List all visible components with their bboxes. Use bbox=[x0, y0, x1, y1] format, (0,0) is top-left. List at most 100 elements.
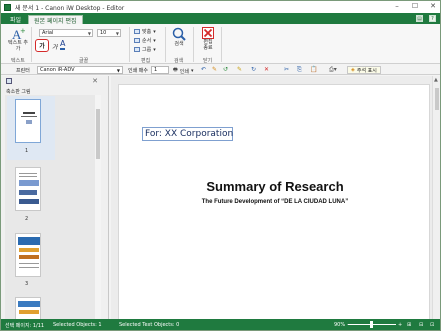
group-label-text: 텍스트 bbox=[11, 58, 25, 64]
document-view: For: XX Corporation Summary of Research … bbox=[111, 76, 440, 319]
find-label: 검색 bbox=[174, 41, 184, 47]
align-label: 맞춤 bbox=[142, 29, 152, 35]
status-selected-objects: Selected Objects: 1 bbox=[53, 322, 102, 328]
bold-label: 가 bbox=[39, 43, 45, 50]
status-bar: 선택 페이지: 1/11 Selected Objects: 1 Selecte… bbox=[1, 319, 440, 330]
print-button[interactable]: 🖶 인쇄 ▾ bbox=[173, 67, 193, 75]
app-icon bbox=[4, 3, 11, 11]
add-text-label: 텍스트 추가 bbox=[8, 40, 28, 52]
fit-width-icon[interactable]: ⊟ bbox=[419, 322, 423, 328]
print-icon: 🖶 bbox=[173, 67, 178, 73]
printer-label: 프린터 bbox=[16, 68, 30, 74]
svg-text:+: + bbox=[20, 27, 25, 35]
close-icon[interactable]: ✕ bbox=[428, 2, 438, 10]
paste-icon[interactable]: 📋 bbox=[310, 67, 317, 73]
help-menu-icon[interactable]: ▤ bbox=[416, 15, 423, 22]
cut-icon[interactable]: ✂ bbox=[284, 67, 289, 73]
order-label: 순서 bbox=[142, 38, 152, 44]
thumbnail-scrollbar[interactable] bbox=[95, 95, 101, 319]
editor-window: 새 문서 1 - Canon iW Desktop - Editor – ☐ ✕… bbox=[0, 0, 441, 331]
group-button[interactable]: 그룹 ▾ bbox=[134, 46, 156, 53]
search-icon bbox=[172, 27, 186, 41]
rotate-left-icon[interactable]: ↺ bbox=[223, 67, 228, 73]
order-icon bbox=[134, 38, 140, 43]
thumbnail-panel-title: 축소판 그림 bbox=[6, 89, 31, 95]
delete-icon[interactable]: ✕ bbox=[264, 67, 269, 73]
font-name-value: Arial bbox=[42, 30, 54, 36]
print-settings-icon[interactable]: ⎙▾ bbox=[329, 67, 337, 73]
font-name-combo[interactable]: Arial ▼ bbox=[39, 29, 93, 37]
align-button[interactable]: 맞춤 ▾ bbox=[134, 28, 156, 35]
ribbon: A + 텍스트 추가 텍스트 Arial ▼ 10 ▼ 가 가 A 글꼴 맞춤 ▾ bbox=[1, 24, 440, 64]
font-color-button[interactable]: A bbox=[60, 39, 66, 50]
undo-icon[interactable]: ↶ bbox=[201, 67, 206, 73]
single-page-icon[interactable]: ⊡ bbox=[430, 322, 434, 328]
copies-input[interactable]: 1 bbox=[151, 66, 169, 74]
annotation-toggle[interactable]: ◈ 주석 표시 bbox=[347, 66, 381, 74]
add-text-icon: A + bbox=[12, 27, 25, 40]
window-controls: – ☐ ✕ bbox=[392, 2, 438, 10]
align-icon bbox=[134, 29, 140, 34]
minimize-icon[interactable]: – bbox=[392, 2, 402, 10]
group-label-font: 글꼴 bbox=[79, 58, 89, 64]
fit-page-icon[interactable]: ⊞ bbox=[407, 322, 411, 328]
redo-icon[interactable]: ↻ bbox=[251, 67, 256, 73]
thumbnail-number: 1 bbox=[25, 148, 29, 154]
print-label: 인쇄 bbox=[179, 68, 189, 75]
thumbnail-list: 1 2 3 bbox=[5, 95, 95, 319]
document-page: For: XX Corporation Summary of Research … bbox=[118, 84, 430, 319]
annotation-icon: ◈ bbox=[351, 67, 355, 73]
order-button[interactable]: 순서 ▾ bbox=[134, 37, 156, 44]
exit-edit-button[interactable]: 편집 종료 bbox=[198, 27, 218, 51]
annotation-label: 주석 표시 bbox=[356, 67, 377, 74]
title-bar: 새 문서 1 - Canon iW Desktop - Editor – ☐ ✕ bbox=[1, 1, 440, 13]
tab-page-edit[interactable]: 원본 페이지 편집 bbox=[28, 15, 83, 25]
italic-button[interactable]: 가 bbox=[52, 42, 58, 51]
window-title: 새 문서 1 - Canon iW Desktop - Editor bbox=[15, 4, 125, 12]
color-edit-icon[interactable]: ✎ bbox=[212, 67, 217, 73]
add-text-button[interactable]: A + 텍스트 추가 bbox=[6, 27, 30, 52]
thumbnail-page-3[interactable] bbox=[15, 233, 41, 277]
group-label: 그룹 bbox=[142, 47, 152, 53]
zoom-out-icon[interactable]: – bbox=[347, 322, 350, 328]
help-icon[interactable]: ? bbox=[429, 15, 436, 22]
zoom-value: 90% bbox=[334, 322, 346, 328]
status-selected-text-objects: Selected Text Objects: 0 bbox=[119, 322, 180, 328]
document-subtitle: The Future Development of “DE LA CIUDAD … bbox=[201, 199, 349, 205]
scroll-up-icon[interactable]: ▲ bbox=[434, 77, 438, 83]
pen-icon[interactable]: ✎ bbox=[237, 67, 242, 73]
bold-button[interactable]: 가 bbox=[35, 39, 49, 52]
copies-value: 1 bbox=[154, 67, 158, 73]
thumbnail-page-4[interactable] bbox=[15, 297, 41, 319]
thumbnail-number: 2 bbox=[25, 216, 29, 222]
find-button[interactable]: 검색 bbox=[169, 27, 189, 47]
printer-toolbar: 프린터 Canon iR-ADV ▼ 인쇄 매수 1 🖶 인쇄 ▾ ↶ ✎ ↺ ✎ … bbox=[1, 65, 440, 75]
zoom-in-icon[interactable]: + bbox=[398, 322, 402, 328]
font-color-label: A bbox=[60, 39, 66, 48]
group-label-edit: 편집 bbox=[141, 58, 151, 64]
document-title: Summary of Research bbox=[206, 179, 344, 194]
close-panel-icon[interactable]: ✕ bbox=[92, 77, 98, 85]
thumbnail-page-2[interactable] bbox=[15, 167, 41, 211]
maximize-icon[interactable]: ☐ bbox=[410, 2, 420, 10]
thumbnail-page-1[interactable] bbox=[15, 99, 41, 143]
thumbnail-number: 3 bbox=[25, 281, 29, 287]
annotation-textbox[interactable]: For: XX Corporation bbox=[142, 127, 233, 141]
zoom-slider-knob[interactable] bbox=[370, 321, 373, 328]
group-label-search: 검색 bbox=[174, 58, 184, 64]
copies-label: 인쇄 매수 bbox=[128, 68, 148, 74]
font-size-combo[interactable]: 10 ▼ bbox=[97, 29, 121, 37]
ribbon-tab-bar: 파일 원본 페이지 편집 ▤ ? bbox=[1, 13, 440, 25]
copy-icon[interactable]: ⎘ bbox=[297, 67, 302, 73]
font-size-value: 10 bbox=[100, 30, 107, 36]
exit-edit-icon bbox=[202, 27, 214, 39]
printer-value: Canon iR-ADV bbox=[40, 67, 75, 73]
italic-label: 가 bbox=[52, 44, 58, 51]
document-scrollbar[interactable]: ▲ bbox=[432, 76, 440, 319]
exit-edit-label: 편집 종료 bbox=[203, 39, 213, 51]
group-label-close: 닫기 bbox=[203, 58, 213, 64]
thumbnail-panel: ✕ 축소판 그림 1 2 3 bbox=[1, 76, 109, 319]
tab-file[interactable]: 파일 bbox=[5, 15, 26, 24]
status-page: 선택 페이지: 1/11 bbox=[5, 323, 45, 329]
printer-select[interactable]: Canon iR-ADV ▼ bbox=[37, 66, 123, 74]
